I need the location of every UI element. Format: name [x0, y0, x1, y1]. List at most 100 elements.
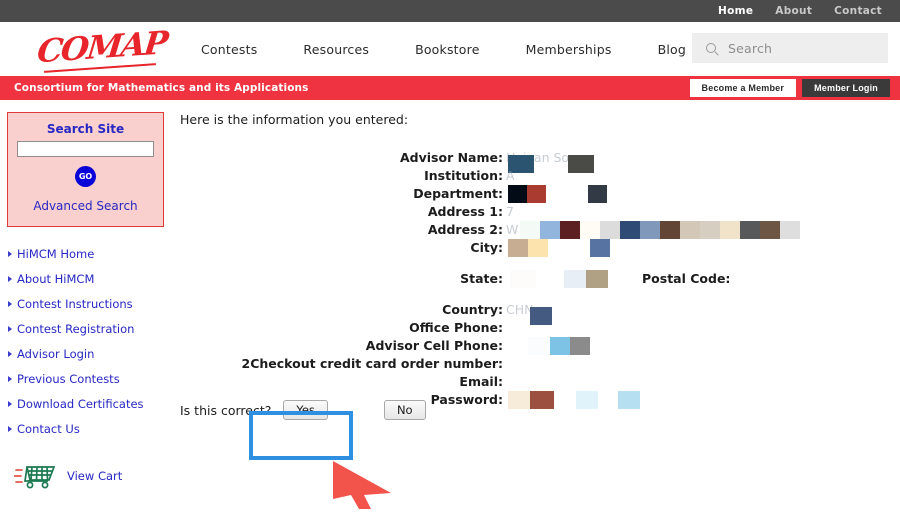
sidebar-item-label[interactable]: Previous Contests: [17, 372, 120, 386]
field-row-address-2: Address 2: W: [172, 221, 900, 239]
sidebar-item-contest-registration[interactable]: Contest Registration: [0, 316, 172, 341]
redaction-block: [528, 239, 548, 257]
main-navigation: Contests Resources Bookstore Memberships…: [201, 42, 732, 57]
search-site-title: Search Site: [46, 122, 125, 136]
brand-red-band: Consortium for Mathematics and its Appli…: [0, 76, 900, 100]
redaction-block: [660, 221, 681, 239]
field-label: Advisor Cell Phone:: [365, 338, 503, 353]
confirm-question: Is this correct?: [180, 402, 272, 418]
field-value-redacted: [506, 270, 608, 288]
redaction-block: [530, 307, 552, 325]
redaction-block: [760, 221, 781, 239]
view-cart-label[interactable]: View Cart: [67, 469, 122, 483]
become-a-member-button[interactable]: Become a Member: [689, 79, 797, 97]
search-input[interactable]: Search: [728, 41, 772, 56]
band-button-group: Become a Member Member Login: [689, 79, 890, 97]
redaction-block: [590, 239, 610, 257]
page-body: Search Site GO Advanced Search HiMCM Hom…: [0, 100, 900, 523]
redaction-block: [510, 270, 536, 288]
member-login-button[interactable]: Member Login: [802, 79, 890, 97]
redaction-block: [620, 221, 641, 239]
field-value-redacted: [506, 239, 610, 257]
search-site-input[interactable]: [17, 141, 154, 157]
topbar-link-contact[interactable]: Contact: [834, 5, 882, 17]
chevron-right-icon: [8, 400, 12, 407]
sidebar-item-previous-contests[interactable]: Previous Contests: [0, 366, 172, 391]
redaction-block: [600, 221, 621, 239]
sidebar-item-label[interactable]: Contact Us: [17, 422, 80, 436]
sidebar-item-label[interactable]: Download Certificates: [17, 397, 144, 411]
field-row-email: Email:: [172, 373, 900, 391]
nav-item-contests[interactable]: Contests: [201, 42, 257, 57]
sidebar-item-about-himcm[interactable]: About HiMCM: [0, 266, 172, 291]
redaction-block: [564, 270, 586, 288]
nav-item-blog[interactable]: Blog: [658, 42, 686, 57]
chevron-right-icon: [8, 250, 12, 257]
redaction-block: [548, 239, 590, 257]
search-go-button[interactable]: GO: [75, 166, 96, 187]
redaction-block: [527, 185, 546, 203]
field-value-redacted: 7: [506, 203, 514, 221]
redaction-block: [680, 221, 701, 239]
chevron-right-icon: [8, 275, 12, 282]
field-label: Department:: [413, 186, 503, 201]
sidebar-search-panel: Search Site GO Advanced Search: [7, 112, 164, 227]
nav-item-memberships[interactable]: Memberships: [526, 42, 612, 57]
field-row-address-1: Address 1: 7: [172, 203, 900, 221]
site-search-box[interactable]: Search: [692, 33, 888, 63]
sidebar-item-contest-instructions[interactable]: Contest Instructions: [0, 291, 172, 316]
yes-button[interactable]: Yes: [283, 400, 328, 420]
nav-item-resources[interactable]: Resources: [303, 42, 369, 57]
sidebar-item-label[interactable]: Contest Registration: [17, 322, 134, 336]
sidebar-item-label[interactable]: HiMCM Home: [17, 247, 94, 261]
view-cart-row[interactable]: View Cart: [0, 461, 172, 491]
sidebar-item-label[interactable]: Advisor Login: [17, 347, 94, 361]
row-spacer: [172, 257, 900, 270]
top-utility-bar: Home About Contact: [0, 0, 900, 22]
redaction-block: [576, 391, 598, 409]
topbar-link-about[interactable]: About: [775, 5, 812, 17]
redaction-block: [598, 391, 618, 409]
field-value-redacted: Haiyan Song: [506, 149, 594, 173]
sidebar-item-contact-us[interactable]: Contact Us: [0, 416, 172, 441]
field-row-city: City:: [172, 239, 900, 257]
advanced-search-link[interactable]: Advanced Search: [33, 199, 137, 213]
postal-code-label: Postal Code:: [642, 271, 731, 286]
sidebar-item-download-certificates[interactable]: Download Certificates: [0, 391, 172, 416]
sidebar-item-label[interactable]: About HiMCM: [17, 272, 94, 286]
field-label: Address 2:: [427, 222, 503, 237]
redaction-block: [550, 337, 570, 355]
topbar-link-home[interactable]: Home: [718, 5, 753, 17]
sidebar-item-himcm-home[interactable]: HiMCM Home: [0, 241, 172, 266]
sidebar-nav-list: HiMCM Home About HiMCM Contest Instructi…: [0, 241, 172, 441]
field-value-redacted: [506, 337, 590, 355]
main-content: Here is the information you entered: Adv…: [172, 100, 900, 523]
field-ghost-text: 7: [506, 204, 514, 219]
field-label: Address 1:: [427, 204, 503, 219]
redaction-block: [546, 185, 588, 203]
redaction-block: [508, 391, 530, 409]
comap-logo[interactable]: COMAP: [35, 24, 168, 73]
row-spacer: [172, 288, 900, 301]
field-label: Advisor Name:: [400, 150, 503, 165]
sidebar-item-label[interactable]: Contest Instructions: [17, 297, 133, 311]
nav-item-bookstore[interactable]: Bookstore: [415, 42, 480, 57]
redaction-block: [568, 155, 594, 173]
field-value-redacted: CHN: [506, 301, 552, 325]
redaction-block: [508, 239, 528, 257]
sidebar-item-advisor-login[interactable]: Advisor Login: [0, 341, 172, 366]
field-label: State:: [460, 271, 503, 286]
redaction-block: [536, 270, 564, 288]
chevron-right-icon: [8, 375, 12, 382]
field-value-redacted: [506, 391, 640, 409]
sidebar: Search Site GO Advanced Search HiMCM Hom…: [0, 100, 172, 523]
masthead: COMAP Contests Resources Bookstore Membe…: [0, 22, 900, 76]
redaction-block: [554, 391, 576, 409]
redaction-block: [740, 221, 761, 239]
no-button[interactable]: No: [383, 400, 426, 420]
redaction-block: [700, 221, 721, 239]
redaction-block: [508, 185, 527, 203]
confirmation-row: Is this correct? Yes No: [180, 400, 426, 420]
field-label: Office Phone:: [409, 320, 503, 335]
field-label: Email:: [459, 374, 503, 389]
